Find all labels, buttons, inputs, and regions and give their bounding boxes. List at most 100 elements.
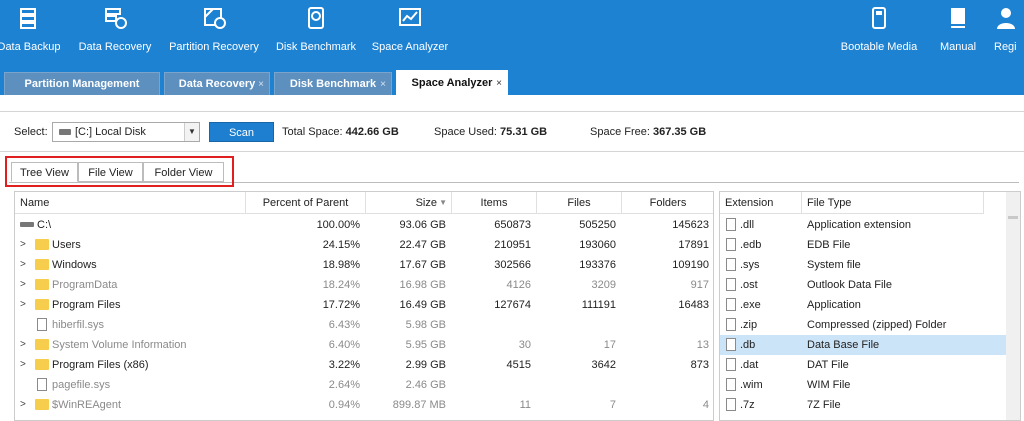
file-type: Application extension — [807, 219, 911, 231]
extension-name: .db — [740, 339, 756, 351]
tab-partition-management[interactable]: Partition Management — [4, 72, 160, 95]
row-name: ProgramData — [52, 279, 118, 291]
chevron-right-icon[interactable]: > — [20, 395, 26, 415]
table-row[interactable]: > Windows 18.98% 17.67 GB 302566 193376 109190 — [15, 255, 713, 275]
chevron-right-icon[interactable]: > — [20, 275, 26, 295]
file-type: Data Base File — [807, 339, 880, 351]
space-analyzer-icon — [399, 8, 421, 26]
close-icon[interactable]: × — [258, 73, 264, 96]
sort-desc-icon: ▼ — [439, 198, 447, 207]
file-type: System file — [807, 259, 861, 271]
row-items: 30 — [518, 339, 531, 351]
list-item[interactable]: .dll Application extension — [720, 215, 1006, 235]
extension-name: .wim — [740, 379, 763, 391]
row-name: hiberfil.sys — [52, 319, 104, 331]
row-percent: 2.64% — [328, 379, 360, 391]
toolbar-bootable-media-button[interactable]: Bootable Media — [836, 0, 922, 66]
chevron-right-icon[interactable]: > — [20, 235, 26, 255]
tab-data-recovery[interactable]: Data Recovery × — [164, 72, 270, 95]
extension-name: .sys — [740, 259, 760, 271]
table-row[interactable]: C:\ 100.00% 93.06 GB 650873 505250 145623 — [15, 215, 713, 235]
chevron-right-icon[interactable]: > — [20, 355, 26, 375]
data-recovery-icon — [105, 8, 127, 29]
disk-select-value: [C:] Local Disk — [75, 126, 146, 138]
list-item[interactable]: .zip Compressed (zipped) Folder — [720, 315, 1006, 335]
toolbar-data-recovery-button[interactable]: Data Recovery — [76, 0, 154, 66]
tab-label: Space Analyzer — [411, 77, 493, 89]
toolbar-space-analyzer-button[interactable]: Space Analyzer — [370, 0, 450, 66]
column-header-name[interactable]: Name — [15, 192, 246, 214]
list-item[interactable]: .wim WIM File — [720, 375, 1006, 395]
column-header-size[interactable]: Size ▼ — [366, 192, 452, 214]
tab-label: Disk Benchmark — [289, 78, 377, 90]
select-label: Select: — [14, 126, 48, 138]
toolbar-partition-recovery-button[interactable]: Partition Recovery — [166, 0, 262, 66]
column-header-percent[interactable]: Percent of Parent — [246, 192, 366, 214]
row-folders: 917 — [690, 279, 709, 291]
table-row[interactable]: pagefile.sys 2.64% 2.46 GB — [15, 375, 713, 395]
list-item[interactable]: .7z 7Z File — [720, 395, 1006, 415]
table-row[interactable]: > Users 24.15% 22.47 GB 210951 193060 17891 — [15, 235, 713, 255]
column-header-items[interactable]: Items — [452, 192, 537, 214]
table-row[interactable]: > System Volume Information 6.40% 5.95 GB 30… — [15, 335, 713, 355]
close-icon[interactable]: × — [380, 73, 386, 96]
file-type: EDB File — [807, 239, 851, 251]
table-row[interactable]: > Program Files 17.72% 16.49 GB 127674 111191… — [15, 295, 713, 315]
table-row[interactable]: > ProgramData 18.24% 16.98 GB 4126 3209 917 — [15, 275, 713, 295]
column-header-folders[interactable]: Folders — [622, 192, 713, 214]
list-item[interactable]: .dat DAT File — [720, 355, 1006, 375]
file-icon — [726, 398, 736, 411]
table-row[interactable]: hiberfil.sys 6.43% 5.98 GB — [15, 315, 713, 335]
scrollbar-thumb[interactable] — [1008, 216, 1018, 219]
row-name: pagefile.sys — [52, 379, 111, 391]
file-icon — [37, 378, 47, 391]
row-name: Program Files (x86) — [52, 359, 149, 371]
list-item[interactable]: .db Data Base File — [720, 335, 1006, 355]
extension-name: .edb — [740, 239, 762, 251]
chevron-right-icon[interactable]: > — [20, 255, 26, 275]
row-folders: 145623 — [672, 219, 709, 231]
row-percent: 17.72% — [322, 299, 360, 311]
toolbar-disk-benchmark-button[interactable]: Disk Benchmark — [274, 0, 358, 66]
row-items: 302566 — [494, 259, 531, 271]
extension-name: .7z — [740, 399, 755, 411]
toolbar-data-backup-button[interactable]: Data Backup — [0, 0, 62, 66]
extension-name: .ost — [740, 279, 758, 291]
toolbar-manual-button[interactable]: Manual — [932, 0, 984, 66]
extension-table: Extension File Type .dll Application exte… — [719, 191, 1021, 421]
folder-icon — [35, 299, 49, 310]
row-name: Program Files — [52, 299, 121, 311]
column-header-extension[interactable]: Extension — [720, 192, 802, 214]
list-item[interactable]: .ost Outlook Data File — [720, 275, 1006, 295]
tab-space-analyzer[interactable]: Space Analyzer × — [396, 70, 508, 95]
chevron-down-icon[interactable]: ▼ — [184, 123, 199, 141]
vertical-scrollbar[interactable] — [1006, 192, 1020, 420]
table-row[interactable]: > $WinREAgent 0.94% 899.87 MB 11 7 4 — [15, 395, 713, 415]
chevron-right-icon[interactable]: > — [20, 295, 26, 315]
row-folders: 873 — [690, 359, 709, 371]
folder-icon — [35, 399, 49, 410]
column-header-file-type[interactable]: File Type — [802, 192, 984, 214]
disk-benchmark-icon — [308, 7, 324, 29]
row-items: 4515 — [506, 359, 531, 371]
list-item[interactable]: .edb EDB File — [720, 235, 1006, 255]
toolbar-label: Data Recovery — [78, 41, 152, 53]
tree-table: Name Percent of Parent Size ▼ Items File… — [14, 191, 714, 421]
column-header-files[interactable]: Files — [537, 192, 622, 214]
row-items: 11 — [519, 399, 531, 411]
toolbar-label: Partition Recovery — [169, 41, 259, 53]
row-size: 17.67 GB — [399, 259, 446, 271]
scan-button[interactable]: Scan — [209, 122, 274, 142]
folder-icon — [35, 239, 49, 250]
table-row[interactable]: > Program Files (x86) 3.22% 2.99 GB 4515 3642… — [15, 355, 713, 375]
close-icon[interactable]: × — [496, 71, 502, 96]
row-percent: 3.22% — [328, 359, 360, 371]
chevron-right-icon[interactable]: > — [20, 335, 26, 355]
disk-select[interactable]: [C:] Local Disk ▼ — [52, 122, 200, 142]
list-item[interactable]: .exe Application — [720, 295, 1006, 315]
list-item[interactable]: .sys System file — [720, 255, 1006, 275]
file-type: Outlook Data File — [807, 279, 892, 291]
file-type: Compressed (zipped) Folder — [807, 319, 947, 331]
toolbar-register-button[interactable]: Regi — [994, 0, 1024, 66]
tab-disk-benchmark[interactable]: Disk Benchmark × — [274, 72, 392, 95]
